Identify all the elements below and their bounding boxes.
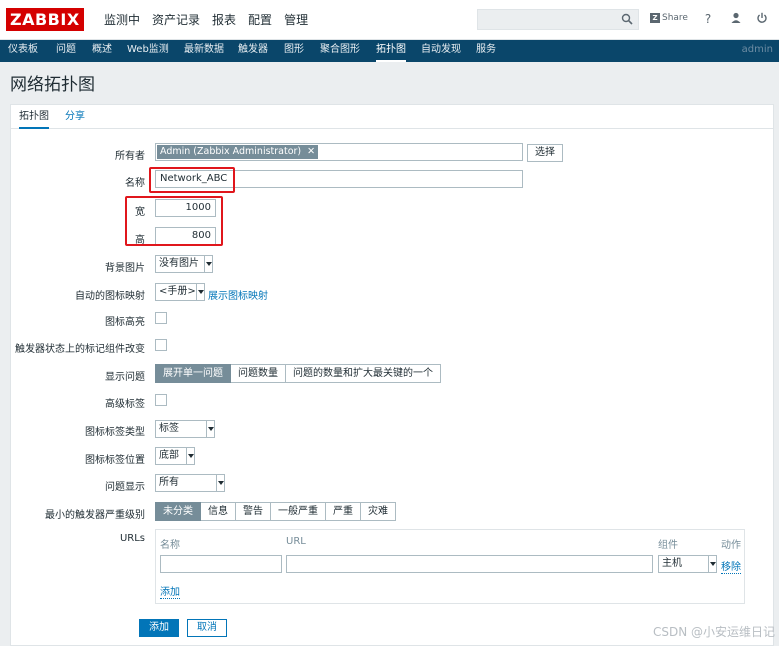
share-link[interactable]: Z Share	[650, 13, 688, 23]
menu-reports[interactable]: 报表	[206, 0, 242, 40]
mark-elements-checkbox[interactable]	[155, 339, 167, 351]
icon-mapping-label: 自动的图标映射	[75, 291, 145, 302]
select-owner-button[interactable]: 选择	[527, 144, 563, 162]
icon-label-location-select[interactable]: 底部	[155, 447, 195, 465]
watermark: CSDN @小安运维日记	[652, 625, 775, 639]
show-icon-mappings-link[interactable]: 展示图标映射	[208, 287, 268, 302]
map-form-panel: 拓扑图 分享 所有者 Admin (Zabbix Administrator) ✕…	[10, 104, 774, 646]
severity-disaster[interactable]: 灾难	[361, 502, 396, 521]
url-element-select[interactable]: 主机	[658, 555, 717, 573]
urls-label: URLs	[119, 533, 145, 544]
menu-administration[interactable]: 管理	[278, 0, 314, 40]
urls-col-element: 组件	[658, 540, 678, 551]
icon-label-location-label: 图标标签位置	[85, 455, 145, 466]
search-input[interactable]	[477, 9, 639, 30]
zabbix-logo[interactable]: ZABBIX	[6, 8, 84, 31]
icon-highlight-checkbox[interactable]	[155, 312, 167, 324]
urls-table: 名称 URL 组件 动作 主机 移除 添加	[155, 529, 745, 604]
remove-url-link[interactable]: 移除	[721, 558, 741, 574]
nav-graphs[interactable]: 图形	[284, 40, 304, 62]
background-value: 没有图片	[159, 258, 199, 269]
chevron-down-icon	[186, 448, 194, 464]
background-select[interactable]: 没有图片	[155, 255, 213, 273]
nav-problems[interactable]: 问题	[56, 40, 76, 62]
nav-web[interactable]: Web监测	[127, 40, 169, 62]
url-name-input[interactable]	[160, 555, 282, 573]
menu-inventory[interactable]: 资产记录	[146, 0, 206, 40]
name-label: 名称	[125, 178, 145, 189]
display-problems-toggle: 展开单一问题 问题数量 问题的数量和扩大最关键的一个	[155, 364, 441, 383]
mark-elements-label: 触发器状态上的标记组件改变	[15, 344, 145, 355]
icon-mapping-select[interactable]: <手册>	[155, 283, 205, 301]
number-of-problems-option[interactable]: 问题数量	[231, 364, 286, 383]
number-and-critical-option[interactable]: 问题的数量和扩大最关键的一个	[286, 364, 441, 383]
form-tabs: 拓扑图 分享	[11, 105, 773, 129]
sub-navigation: 仪表板 问题 概述 Web监测 最新数据 触发器 图形 聚合图形 拓扑图 自动发…	[0, 40, 779, 62]
nav-triggers[interactable]: 触发器	[238, 40, 268, 62]
icon-label-location-value: 底部	[159, 450, 179, 461]
owner-field[interactable]: Admin (Zabbix Administrator) ✕	[155, 143, 523, 161]
nav-overview[interactable]: 概述	[92, 40, 112, 62]
severity-average[interactable]: 一般严重	[271, 502, 326, 521]
background-label: 背景图片	[105, 263, 145, 274]
severity-warning[interactable]: 警告	[236, 502, 271, 521]
severity-not-classified[interactable]: 未分类	[155, 502, 201, 521]
chevron-down-icon	[196, 284, 204, 300]
cancel-button[interactable]: 取消	[187, 619, 227, 637]
urls-col-url: URL	[286, 536, 306, 547]
top-header: ZABBIX 监测中 资产记录 报表 配置 管理 Z Share ?	[0, 0, 779, 40]
current-user: admin	[741, 44, 773, 55]
nav-discovery[interactable]: 自动发现	[421, 40, 461, 62]
icon-label-type-value: 标签	[159, 423, 179, 434]
urls-col-action: 动作	[721, 540, 741, 551]
display-problems-label: 显示问题	[105, 372, 145, 383]
help-icon[interactable]: ?	[701, 12, 715, 26]
severity-high[interactable]: 严重	[326, 502, 361, 521]
menu-configuration[interactable]: 配置	[242, 0, 278, 40]
chevron-down-icon	[206, 421, 214, 437]
share-label: Share	[662, 13, 688, 23]
problem-display-select[interactable]: 所有	[155, 474, 225, 492]
logout-icon[interactable]	[755, 12, 769, 26]
expand-single-problem-option[interactable]: 展开单一问题	[155, 364, 231, 383]
urls-col-name: 名称	[160, 540, 180, 551]
chevron-down-icon	[216, 475, 224, 491]
nav-dashboard[interactable]: 仪表板	[8, 40, 38, 62]
owner-tag: Admin (Zabbix Administrator) ✕	[157, 145, 319, 159]
name-highlight-box	[149, 167, 235, 193]
min-severity-label: 最小的触发器严重级别	[45, 510, 145, 521]
tab-sharing[interactable]: 分享	[65, 105, 85, 129]
problem-display-label: 问题显示	[105, 482, 145, 493]
tab-map[interactable]: 拓扑图	[19, 105, 49, 129]
owner-label: 所有者	[115, 151, 145, 162]
icon-mapping-value: <手册>	[159, 286, 196, 297]
nav-services[interactable]: 服务	[476, 40, 496, 62]
url-element-value: 主机	[662, 558, 682, 569]
chevron-down-icon	[204, 256, 212, 272]
icon-label-type-select[interactable]: 标签	[155, 420, 215, 438]
page-title: 网络拓扑图	[10, 75, 95, 95]
add-button[interactable]: 添加	[139, 619, 179, 637]
share-icon: Z	[650, 13, 660, 23]
add-url-link[interactable]: 添加	[160, 583, 180, 599]
nav-screens[interactable]: 聚合图形	[320, 40, 360, 62]
icon-label-type-label: 图标标签类型	[85, 427, 145, 438]
main-menu: 监测中 资产记录 报表 配置 管理	[98, 0, 314, 40]
size-highlight-box	[125, 196, 223, 246]
icon-highlight-label: 图标高亮	[105, 317, 145, 328]
severity-information[interactable]: 信息	[201, 502, 236, 521]
problem-display-value: 所有	[159, 477, 179, 488]
nav-latest-data[interactable]: 最新数据	[184, 40, 224, 62]
user-profile-icon[interactable]	[729, 12, 743, 26]
nav-maps[interactable]: 拓扑图	[376, 40, 406, 62]
owner-value: Admin (Zabbix Administrator)	[160, 146, 302, 157]
remove-owner-icon[interactable]: ✕	[307, 146, 315, 157]
chevron-down-icon	[708, 556, 716, 572]
search-icon[interactable]	[621, 13, 633, 25]
menu-monitoring[interactable]: 监测中	[98, 0, 146, 40]
advanced-labels-label: 高级标签	[105, 399, 145, 410]
url-input[interactable]	[286, 555, 653, 573]
advanced-labels-checkbox[interactable]	[155, 394, 167, 406]
min-severity-toggle: 未分类 信息 警告 一般严重 严重 灾难	[155, 502, 396, 521]
